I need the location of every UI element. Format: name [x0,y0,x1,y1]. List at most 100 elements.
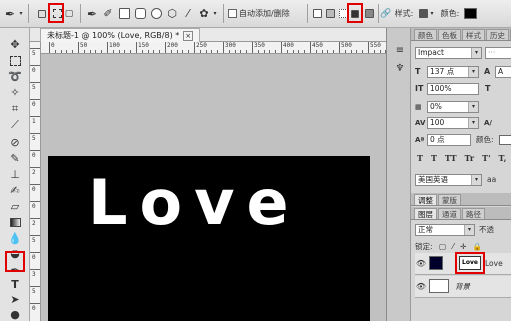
leading-field[interactable]: A [495,66,511,78]
path-select-icon[interactable]: ➤ [8,293,22,307]
anti-alias-label: aa [487,175,497,184]
magic-wand-icon[interactable]: ✧ [8,86,22,100]
custom-shape-icon[interactable]: ✿ [197,6,211,21]
ruler-minor-tick [66,50,68,53]
ruler-minor-tick [275,50,277,53]
ruler-tick [78,42,79,53]
canvas[interactable]: Love [48,156,370,321]
ruler-minor-tick [112,50,114,53]
gradient-icon[interactable] [8,216,22,230]
layer-background[interactable]: 背景 [415,276,511,298]
link-icon[interactable]: 🔗 [380,6,391,21]
fill-pixels-icon[interactable]: ▢ [63,6,75,21]
line-tool-icon[interactable]: ⁄ [181,6,195,21]
ruler-minor-tick [379,50,381,53]
panel-tab[interactable]: 颜色 [414,29,437,40]
rounded-rectangle-tool-icon[interactable] [133,6,147,21]
panel-tab[interactable]: 样式 [462,29,485,40]
eyedropper-icon[interactable]: ⟋ [8,118,22,132]
font-family-select[interactable]: Impact ▾ [415,47,482,59]
move-icon[interactable]: ✥ [8,38,22,52]
crop-icon[interactable]: ⌗ [8,102,22,116]
pen-tool-preset-icon[interactable]: ✒ [3,6,17,21]
ruler-tick [30,48,40,49]
tool-presets-icon[interactable]: ♆ [393,62,407,76]
auto-add-delete-checkbox[interactable]: 自动添加/删除 [228,6,308,21]
chevron-down-icon[interactable]: ▾ [211,6,219,21]
eye-icon[interactable]: 👁 [415,253,427,275]
document-tab[interactable]: 未标题-1 @ 100% (Love, RGB/8) * × [40,28,201,42]
pen-icon[interactable]: ✒ [84,6,100,21]
canvas-text-love[interactable]: Love [88,172,301,234]
healing-brush-icon[interactable]: ⊘ [8,136,22,150]
subtract-path-icon[interactable] [324,6,336,21]
ruler-label: 550 [370,42,381,49]
polygon-tool-icon[interactable]: ⬡ [165,6,179,21]
lasso-icon[interactable]: ➰ [8,70,22,84]
paragraph-panel-icon[interactable]: ≡ [393,44,407,58]
eraser-icon[interactable]: ▱ [8,200,22,214]
rectangle-tool-icon[interactable] [117,6,131,21]
ruler-tick [252,42,253,53]
ruler-tick [281,42,282,53]
close-icon[interactable]: × [183,30,194,41]
blend-mode-value: 正常 [418,225,433,234]
ruler-label: 5 [32,135,36,142]
shape-layers-icon[interactable] [35,6,49,21]
panel-tab[interactable]: 调整 [414,194,437,205]
ruler-label: 0 [32,101,36,108]
shape-icon[interactable]: ● [8,308,22,322]
history-brush-icon[interactable]: ✍ [8,184,22,198]
style-swatch[interactable] [418,6,428,21]
ruler-minor-tick [333,50,335,53]
type-style-button[interactable]: Tr [463,152,477,166]
ruler-minor-tick [188,50,190,53]
panel-tab[interactable]: 路径 [462,208,485,219]
blend-mode-select[interactable]: 正常 ▾ [415,224,475,236]
adjust-panel-tabs: 调整 蒙版 [411,193,511,206]
tsume-field[interactable]: 0% ▾ [427,101,479,113]
type-icon[interactable]: T [8,278,22,292]
blur-icon[interactable]: 💧 [8,232,22,246]
language-select[interactable]: 美国英语 ▾ [415,174,482,186]
text-color-label: 颜色: [476,135,494,144]
color-swatch[interactable] [463,6,477,21]
type-style-button[interactable]: T [415,152,425,166]
eye-icon[interactable]: 👁 [415,276,427,298]
type-style-button[interactable]: T, [497,152,509,166]
text-color-swatch[interactable] [499,135,511,145]
ruler-minor-tick [304,50,306,53]
type-style-button[interactable]: TT [443,152,459,166]
font-size-field[interactable]: 137 点 ▾ [427,66,479,78]
font-style-select[interactable]: ··· [485,47,511,59]
ruler-minor-tick [234,50,236,53]
style-label: 样式: [394,9,414,18]
ellipse-tool-icon[interactable] [149,6,163,21]
ruler-tick [30,235,40,236]
vertical-scale-field[interactable]: 100% [427,83,479,95]
tracking-field[interactable]: 100 ▾ [427,117,479,129]
panel-tab[interactable]: 色板 [438,29,461,40]
combine-path-icon[interactable] [363,6,375,21]
type-style-button[interactable]: T' [480,152,492,166]
lock-label: 锁定: [415,242,433,251]
panel-tab[interactable]: 蒙版 [438,194,461,205]
checkbox-box [228,9,237,18]
panel-tab[interactable]: 通道 [438,208,461,219]
clone-stamp-icon[interactable]: ⊥ [8,168,22,182]
ruler-minor-tick [205,50,207,53]
brush-icon[interactable]: ✎ [8,152,22,166]
baseline-shift-field[interactable]: 0 点 [427,134,471,146]
panel-dock-strip: ≡ ♆ [387,28,411,321]
chevron-down-icon: ▾ [468,102,478,112]
panel-tab[interactable]: 图层 [414,208,437,219]
panel-tab[interactable]: 历史 [486,29,509,40]
add-to-path-icon[interactable] [311,6,323,21]
type-style-button[interactable]: T [429,152,439,166]
chevron-down-icon[interactable]: ▾ [17,6,25,21]
freeform-pen-icon[interactable]: ✐ [101,6,115,21]
chevron-down-icon[interactable]: ▾ [428,6,436,21]
font-size-icon: T [415,67,421,76]
marquee-icon[interactable] [8,54,22,68]
baseline-shift-icon: Aª [415,136,425,144]
